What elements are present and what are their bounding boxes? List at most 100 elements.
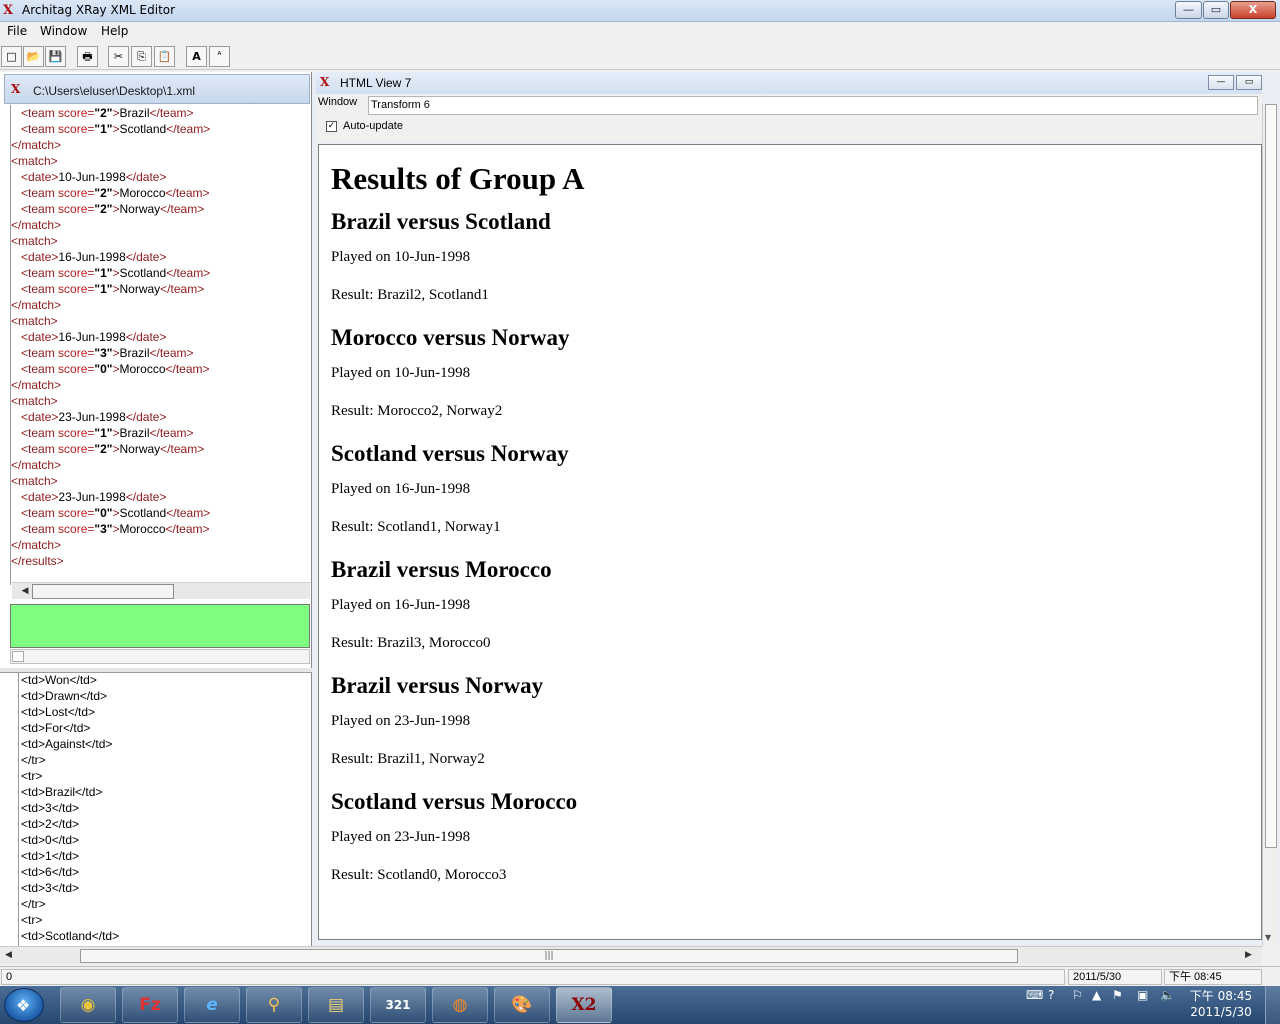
xml-text: Scotland bbox=[119, 506, 167, 520]
match-title: Morocco versus Norway bbox=[331, 325, 570, 350]
error-list-toggle[interactable] bbox=[12, 651, 24, 662]
show-desktop-button[interactable] bbox=[1265, 986, 1280, 1024]
window-select[interactable]: Transform 6 bbox=[368, 96, 1258, 115]
xml-line: <team score="1">Brazil</team> bbox=[11, 425, 310, 441]
horizontal-scroll-thumb[interactable]: ||| bbox=[80, 949, 1018, 963]
network-status-icon[interactable]: ⚐ bbox=[1072, 988, 1083, 1002]
maximize-button[interactable]: ▭ bbox=[1203, 1, 1229, 19]
close-button[interactable]: X bbox=[1230, 1, 1276, 19]
xml-open: <date> bbox=[21, 410, 59, 424]
xml-open: </match> bbox=[11, 138, 62, 152]
html-view-vertical-scrollbar[interactable]: ▼ bbox=[1262, 104, 1278, 946]
auto-update-checkbox[interactable]: ✓ bbox=[326, 121, 337, 132]
html-view-title: HTML View 7 bbox=[340, 76, 412, 90]
xml-text: 16-Jun-1998 bbox=[58, 330, 126, 344]
paint-icon[interactable]: 🎨 bbox=[494, 987, 550, 1023]
match-result: Result: Brazil3, Morocco0 bbox=[331, 635, 491, 651]
xml-open: <team bbox=[21, 522, 59, 536]
xml-line: </results> bbox=[11, 553, 310, 569]
chrome-icon[interactable]: ◉ bbox=[60, 987, 116, 1023]
filezilla-icon[interactable]: Fz bbox=[122, 987, 178, 1023]
help-icon[interactable]: ? bbox=[1048, 988, 1054, 1002]
xml-horizontal-scrollbar[interactable]: ◀ bbox=[12, 582, 310, 599]
xml-open: <date> bbox=[21, 250, 59, 264]
validation-status-bar bbox=[10, 604, 310, 648]
vertical-scroll-thumb[interactable] bbox=[1265, 104, 1277, 848]
scroll-left-arrow-icon[interactable]: ◀ bbox=[18, 585, 32, 598]
xslt-line: <td>0</td> bbox=[21, 833, 80, 847]
show-hidden-icons-icon[interactable]: ▲ bbox=[1092, 988, 1101, 1002]
xray-icon[interactable]: X2 bbox=[556, 987, 612, 1023]
action-center-flag-icon[interactable]: ⚑ bbox=[1112, 988, 1123, 1002]
error-list-bar bbox=[10, 649, 310, 664]
main-horizontal-scrollbar[interactable]: ◀ ||| ▶ bbox=[0, 946, 1262, 964]
print-icon[interactable]: 🖶 bbox=[77, 46, 98, 67]
scroll-right-arrow-icon[interactable]: ▶ bbox=[1245, 950, 1252, 960]
xml-val: "1" bbox=[94, 426, 113, 440]
menu-file[interactable]: File bbox=[7, 24, 27, 38]
file-explorer-icon[interactable]: ▤ bbox=[308, 987, 364, 1023]
minimize-button[interactable]: — bbox=[1175, 1, 1202, 19]
volume-icon[interactable]: 🔈 bbox=[1160, 988, 1175, 1002]
xml-indent bbox=[11, 346, 21, 360]
internet-explorer-icon[interactable]: e bbox=[184, 987, 240, 1023]
xml-line: <match> bbox=[11, 473, 310, 489]
xml-open: <match> bbox=[11, 314, 58, 328]
match-date: Played on 23-Jun-1998 bbox=[331, 829, 471, 845]
xml-code-editor[interactable]: <team score="2">Brazil</team> <team scor… bbox=[10, 105, 310, 585]
match-result: Result: Scotland0, Morocco3 bbox=[331, 867, 507, 883]
child-minimize-button[interactable]: — bbox=[1208, 75, 1234, 90]
scroll-thumb[interactable] bbox=[32, 584, 174, 599]
media-player-icon[interactable]: 321 bbox=[370, 987, 426, 1023]
xslt-code-editor[interactable]: <td>Won</td> <td>Drawn</td> <td>Lost</td> <… bbox=[18, 672, 310, 946]
start-button[interactable]: ❖ bbox=[4, 988, 44, 1022]
network-icon[interactable]: ▣ bbox=[1137, 988, 1148, 1002]
save-icon[interactable]: 💾 bbox=[45, 46, 66, 67]
new-file-icon[interactable]: □ bbox=[1, 46, 22, 67]
copy-icon[interactable]: ⎘ bbox=[131, 46, 152, 67]
keyboard-icon[interactable]: ⌨ bbox=[1026, 988, 1043, 1002]
match-result: Result: Scotland1, Norway1 bbox=[331, 519, 501, 535]
xslt-line: <td>For</td> bbox=[21, 721, 91, 735]
xml-attr: score= bbox=[58, 442, 95, 456]
paste-icon[interactable]: 📋 bbox=[154, 46, 175, 67]
xml-line: <team score="1">Scotland</team> bbox=[11, 265, 310, 281]
xml-open: </match> bbox=[11, 458, 62, 472]
xml-attr: score= bbox=[58, 202, 95, 216]
match-date: Played on 23-Jun-1998 bbox=[331, 713, 471, 729]
font-larger-icon[interactable]: A bbox=[186, 46, 207, 67]
xml-line: <team score="2">Morocco</team> bbox=[11, 185, 310, 201]
menu-help[interactable]: Help bbox=[101, 24, 128, 38]
xml-open: <team bbox=[21, 122, 59, 136]
search-tool-icon[interactable]: ⚲ bbox=[246, 987, 302, 1023]
xml-attr: score= bbox=[58, 426, 95, 440]
xml-text: 23-Jun-1998 bbox=[58, 490, 126, 504]
xml-attr: score= bbox=[58, 266, 95, 280]
xml-line: </match> bbox=[11, 217, 310, 233]
xml-attr: score= bbox=[58, 282, 95, 296]
scroll-down-arrow-icon[interactable]: ▼ bbox=[1265, 933, 1271, 942]
xml-line: <team score="0">Scotland</team> bbox=[11, 505, 310, 521]
xml-end: </date> bbox=[125, 490, 167, 504]
match-date: Played on 10-Jun-1998 bbox=[331, 365, 471, 381]
xml-text: Brazil bbox=[119, 426, 150, 440]
firefox-icon[interactable]: ◍ bbox=[432, 987, 488, 1023]
match-date: Played on 10-Jun-1998 bbox=[331, 249, 471, 265]
font-smaller-icon[interactable]: ᴬ bbox=[209, 46, 230, 67]
xml-line: <team score="1">Scotland</team> bbox=[11, 121, 310, 137]
xml-indent bbox=[11, 506, 21, 520]
left-pane: X C:\Users\eluser\Desktop\1.xml <team sc… bbox=[0, 72, 312, 946]
scroll-left-arrow-icon[interactable]: ◀ bbox=[5, 950, 12, 960]
open-folder-icon[interactable]: 📂 bbox=[23, 46, 44, 67]
xml-line: <match> bbox=[11, 313, 310, 329]
xml-end: </team> bbox=[166, 266, 211, 280]
xml-line: <team score="3">Brazil</team> bbox=[11, 345, 310, 361]
menu-window[interactable]: Window bbox=[40, 24, 87, 38]
xml-val: "2" bbox=[94, 202, 113, 216]
xml-end: </team> bbox=[166, 506, 211, 520]
taskbar-clock[interactable]: 下午 08:45 2011/5/30 bbox=[1186, 988, 1256, 1020]
xml-attr: score= bbox=[58, 106, 95, 120]
match-date: Played on 16-Jun-1998 bbox=[331, 597, 471, 613]
cut-icon[interactable]: ✂ bbox=[108, 46, 129, 67]
child-restore-button[interactable]: ▭ bbox=[1236, 75, 1262, 90]
